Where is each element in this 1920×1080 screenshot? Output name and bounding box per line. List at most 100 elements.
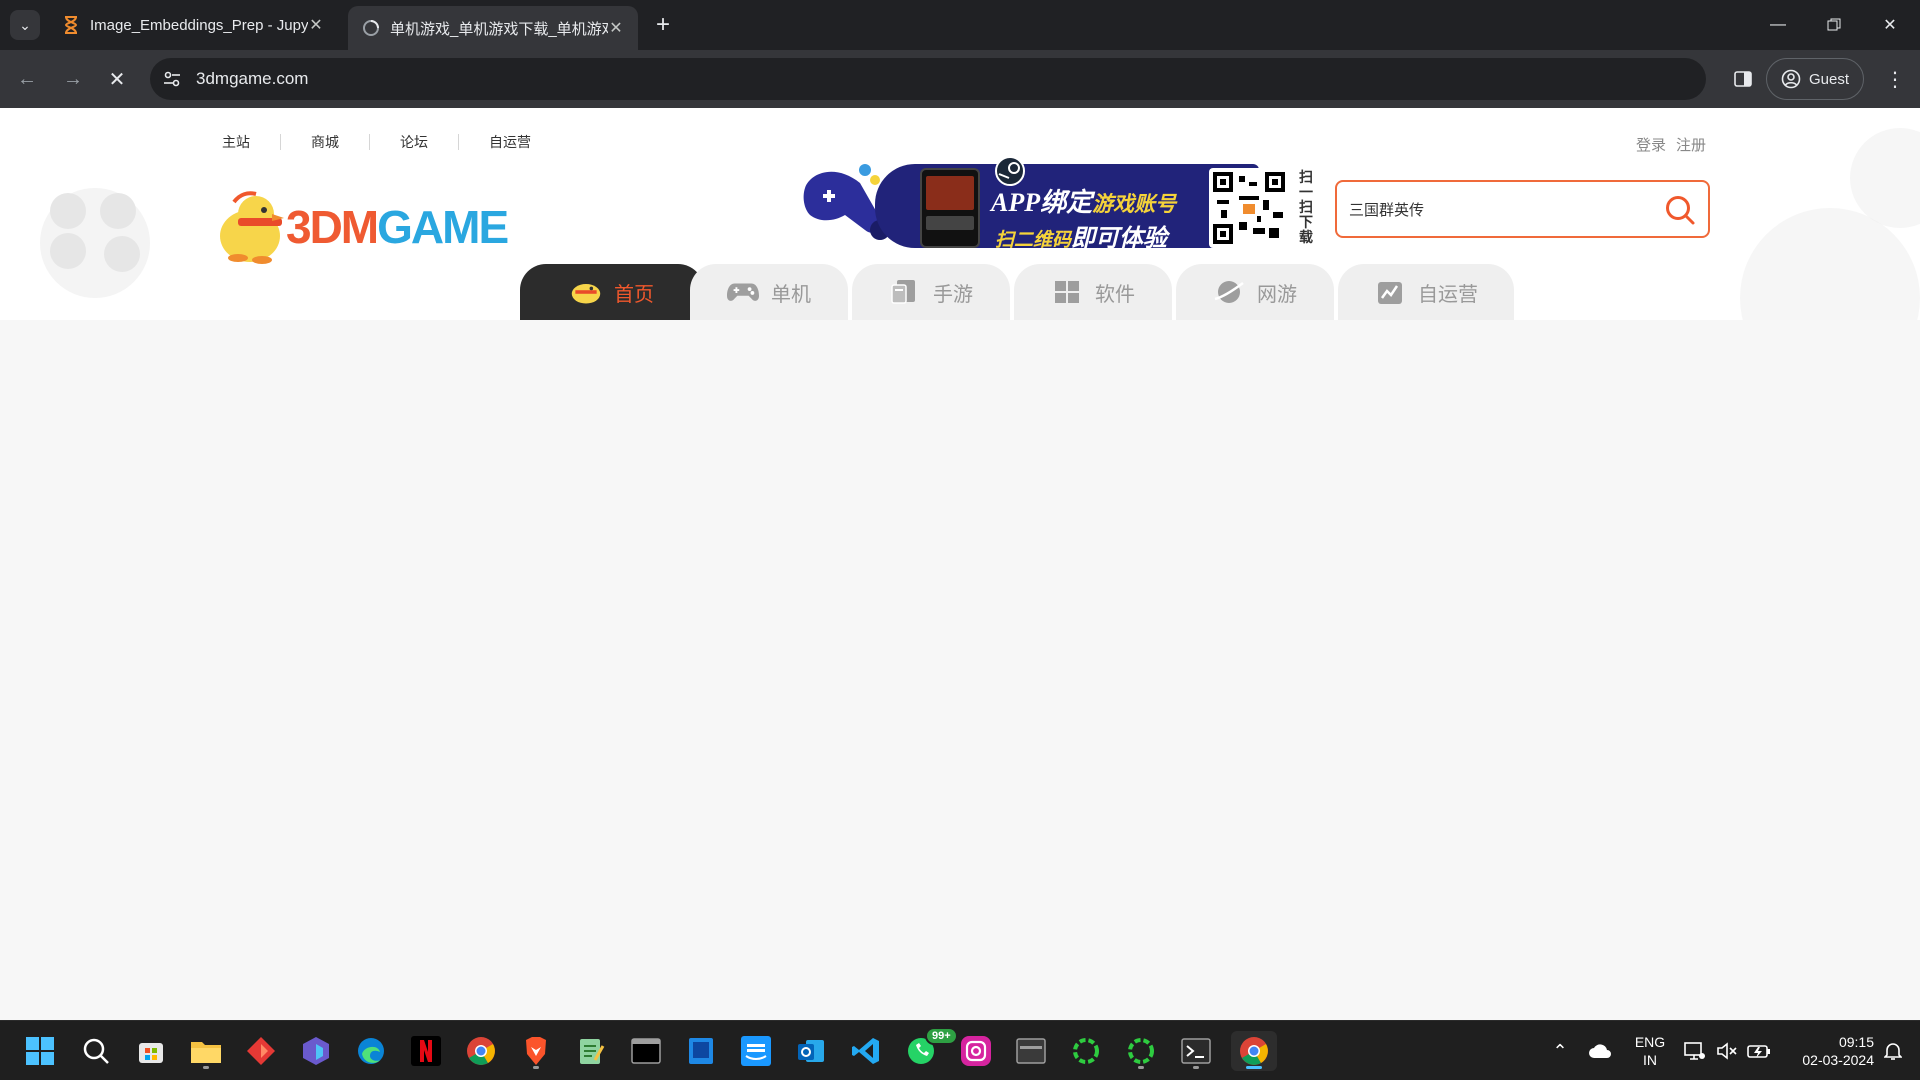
topnav-forum[interactable]: 论坛 [370,134,459,150]
tab-search-button[interactable]: ⌄ [10,10,40,40]
side-panel-button[interactable] [1726,62,1760,96]
site-info-icon[interactable] [152,59,192,99]
restore-icon [1827,18,1841,31]
taskbar-terminal[interactable] [626,1031,666,1071]
tab-self-operated[interactable]: 自运营 [1338,264,1514,320]
url-text[interactable]: 3dmgame.com [196,69,308,89]
close-icon[interactable]: ✕ [608,18,624,38]
tab-single-player[interactable]: 单机 [690,264,848,320]
chart-icon [1374,278,1406,306]
tray-volume[interactable] [1710,1031,1744,1071]
tab-label: 手游 [933,283,973,306]
bell-icon [1884,1043,1902,1060]
taskbar-netflix[interactable] [406,1031,446,1071]
tab-online-games[interactable]: 网游 [1176,264,1334,320]
topnav-mall[interactable]: 商城 [281,134,370,150]
banner-side-text: 扫一扫下载 [1299,169,1313,245]
taskbar-powershell[interactable] [1176,1031,1216,1071]
mobile-icon [889,278,921,306]
tray-onedrive[interactable] [1582,1031,1618,1071]
taskbar-app-green-ring[interactable] [1066,1031,1106,1071]
tab-home[interactable]: 首页 [520,264,704,320]
stop-loading-button[interactable]: ✕ [100,62,134,96]
back-button[interactable]: ← [10,62,44,96]
running-indicator [1138,1066,1144,1069]
chick-icon [570,278,602,306]
close-icon[interactable]: ✕ [308,15,324,35]
app-red-icon [247,1037,275,1065]
decor-shape [50,193,86,229]
taskbar-app-window[interactable] [1011,1031,1051,1071]
minimize-icon: — [1770,16,1786,33]
clock[interactable]: 09:15 02-03-2024 [1780,1033,1874,1069]
taskbar-app-red[interactable] [241,1031,281,1071]
browser-menu-button[interactable]: ⋮ [1878,62,1912,96]
close-window-button[interactable]: ✕ [1862,0,1918,50]
search-icon [1666,196,1695,225]
topnav-self-operated[interactable]: 自运营 [459,134,561,150]
restore-button[interactable] [1806,0,1862,50]
notification-center-button[interactable] [1876,1031,1910,1071]
chrome-active-icon [1240,1037,1268,1065]
taskbar-brave[interactable] [516,1031,556,1071]
address-bar[interactable]: 3dmgame.com [150,58,1706,100]
chevron-down-icon: ⌄ [19,16,31,33]
search-input[interactable] [1349,200,1649,218]
taskbar-vscode[interactable] [846,1031,886,1071]
tray-network[interactable] [1678,1031,1712,1071]
taskbar-chrome-active[interactable] [1231,1031,1277,1071]
taskbar-app-blue[interactable] [681,1031,721,1071]
new-tab-button[interactable]: + [648,10,678,40]
tab-label: 首页 [614,283,654,306]
taskbar-whatsapp[interactable]: 99+ [901,1027,958,1071]
tab-label: 软件 [1095,283,1135,306]
taskbar-instagram[interactable] [956,1031,996,1071]
taskbar-prime-video[interactable] [736,1031,776,1071]
edge-icon [358,1038,384,1064]
site-search [1335,180,1710,238]
taskbar-chrome[interactable] [461,1031,501,1071]
taskbar-store[interactable] [131,1031,171,1071]
tab-title: 单机游戏_单机游戏下载_单机游戏 [390,20,608,38]
taskbar-outlook[interactable] [791,1031,831,1071]
profile-label: Guest [1808,70,1850,88]
tab-jupyter[interactable]: Image_Embeddings_Prep - Jupyter ✕ [48,6,338,44]
instagram-icon [961,1036,991,1066]
battery-charging-icon [1747,1045,1770,1058]
windows-taskbar: 99+ ⌃ ENG IN 09:15 02-03-2024 [0,1020,1920,1080]
tray-battery[interactable] [1742,1031,1776,1071]
banner-subtitle: 扫二维码即可体验 [995,218,1167,253]
topnav-main[interactable]: 主站 [205,134,281,150]
taskbar-search[interactable] [76,1031,116,1071]
app-purple-icon [303,1037,329,1065]
qr-code [1209,168,1289,248]
forward-button[interactable]: → [56,62,90,96]
taskbar-notepad[interactable] [571,1031,611,1071]
taskbar-edge[interactable] [351,1031,391,1071]
close-icon: ✕ [1883,17,1897,34]
language-indicator[interactable]: ENG IN [1628,1033,1672,1069]
site-logo[interactable]: 3DMGAME [208,188,509,268]
language-code: ENG [1634,1034,1666,1050]
minimize-button[interactable]: — [1750,0,1806,50]
store-icon [139,1043,163,1063]
planet-icon [1213,278,1245,306]
tab-3dmgame[interactable]: 单机游戏_单机游戏下载_单机游戏 ✕ [348,6,638,50]
tab-software[interactable]: 软件 [1014,264,1172,320]
browser-titlebar: ⌄ Image_Embeddings_Prep - Jupyter ✕ 单机游戏… [0,0,1920,50]
notification-badge: 99+ [925,1027,958,1045]
page-viewport: 主站 商城 论坛 自运营 登录 注册 3DMGAME APP绑定游戏账号 扫二维… [0,108,1920,1020]
app-banner[interactable]: APP绑定游戏账号 扫二维码即可体验 扫一扫下载 [795,148,1315,252]
tab-mobile-games[interactable]: 手游 [852,264,1010,320]
taskbar-file-explorer[interactable] [186,1031,226,1071]
netflix-icon [411,1036,441,1066]
powershell-icon [1181,1038,1211,1064]
start-button[interactable] [20,1031,60,1071]
search-button[interactable] [1664,194,1696,226]
taskbar-app-green-ring-2[interactable] [1121,1031,1161,1071]
login-link[interactable]: 登录 [1636,134,1666,155]
profile-button[interactable]: Guest [1766,58,1864,100]
taskbar-app-purple[interactable] [296,1031,336,1071]
tray-overflow-button[interactable]: ⌃ [1542,1031,1578,1071]
register-link[interactable]: 注册 [1676,134,1706,155]
